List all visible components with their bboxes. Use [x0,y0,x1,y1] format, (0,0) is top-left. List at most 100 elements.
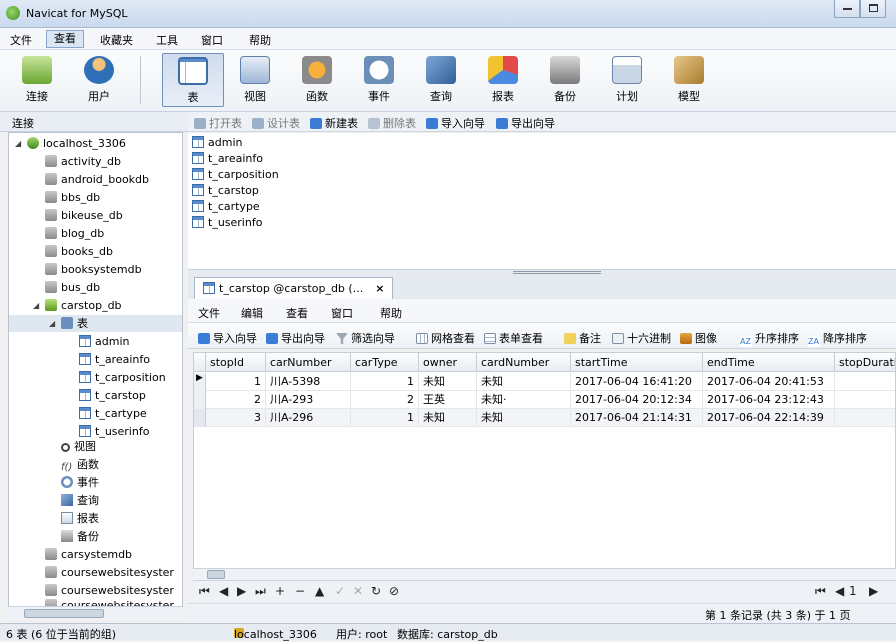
tree-database[interactable]: coursewebsitesyster [45,564,174,581]
grid-cell[interactable]: 1 [351,373,419,391]
column-header[interactable]: carType [351,353,419,372]
toolbar-user-button[interactable]: 用户 [68,53,130,107]
submenu-help[interactable]: 帮助 [380,305,402,321]
open-table-button[interactable]: 打开表 [194,115,242,131]
toolbar-model-button[interactable]: 模型 [658,53,720,107]
grid-cell[interactable]: 王英 [419,391,477,409]
splitter-grip[interactable] [513,271,601,274]
object-list-item[interactable]: t_areainfo [192,151,263,167]
collapse-arrow-icon[interactable]: ◢ [49,315,55,332]
refresh-icon[interactable]: ↻ [371,584,381,598]
grid-cell[interactable]: 未知· [477,391,571,409]
sort-descending-button[interactable]: ZA 降序排序 [808,330,867,347]
grid-cell[interactable] [835,409,895,427]
tree-database[interactable]: bbs_db [45,189,100,206]
grid-cell[interactable]: 未知 [477,373,571,391]
grid-view-button[interactable]: 网格查看 [416,330,475,346]
memo-button[interactable]: 备注 [564,330,601,346]
tree-table[interactable]: t_carstop [79,387,146,404]
export-wizard-button[interactable]: 导出向导 [496,115,555,131]
tree-table-group[interactable]: ◢ 表 [9,315,182,332]
add-record-icon[interactable]: + [275,584,285,598]
toolbar-report-button[interactable]: 报表 [472,53,534,107]
object-list-item[interactable]: admin [192,135,242,151]
menu-window[interactable]: 窗口 [201,32,223,48]
row-selector[interactable]: ▶ [194,373,206,391]
submenu-view[interactable]: 查看 [286,305,308,321]
grid-cell[interactable]: 未知 [419,373,477,391]
design-table-button[interactable]: 设计表 [252,115,300,131]
grid-cell[interactable]: 未知 [477,409,571,427]
grid-cell[interactable]: 1 [351,409,419,427]
delete-table-button[interactable]: 删除表 [368,115,416,131]
tree-report-group[interactable]: 报表 [61,510,99,527]
tree-table[interactable]: t_carposition [79,369,166,386]
menu-tools[interactable]: 工具 [156,32,178,48]
stop-icon[interactable]: ⊘ [389,584,399,598]
menu-view[interactable]: 查看 [46,30,84,48]
toolbar-schedule-button[interactable]: 计划 [596,53,658,107]
filter-wizard-button[interactable]: 筛选向导 [336,330,395,346]
grid-cell[interactable]: 3 [206,409,266,427]
column-header[interactable]: startTime [571,353,703,372]
tree-database[interactable]: android_bookdb [45,171,149,188]
row-selector[interactable] [194,391,206,409]
toolbar-event-button[interactable]: 事件 [348,53,410,107]
tree-horizontal-scrollbar[interactable] [8,606,183,620]
grid-cell[interactable]: 2 [351,391,419,409]
menu-file[interactable]: 文件 [10,32,32,48]
form-view-button[interactable]: 表单查看 [484,330,543,346]
tree-database[interactable]: activity_db [45,153,121,170]
toolbar-query-button[interactable]: 查询 [410,53,472,107]
toolbar-table-button[interactable]: 表 [162,53,224,107]
object-list-item[interactable]: t_carposition [192,167,279,183]
tree-database[interactable]: bikeuse_db [45,207,123,224]
tab-close-icon[interactable]: × [375,282,384,295]
hex-button[interactable]: 十六进制 [612,330,671,346]
grid-cell[interactable]: 川A-296 [266,409,351,427]
tree-view-group[interactable]: 视图 [61,438,96,455]
minimize-button[interactable] [834,0,860,18]
discard-changes-icon[interactable]: ✕ [353,584,363,598]
submenu-edit[interactable]: 编辑 [241,305,263,321]
toolbar-view-button[interactable]: 视图 [224,53,286,107]
tree-database[interactable]: bus_db [45,279,100,296]
grid-import-wizard-button[interactable]: 导入向导 [198,330,257,346]
column-header[interactable]: stopId [206,353,266,372]
menu-help[interactable]: 帮助 [249,32,271,48]
tree-table[interactable]: t_areainfo [79,351,150,368]
last-record-icon[interactable]: ⏭ [255,584,266,599]
collapse-arrow-icon[interactable]: ◢ [33,301,39,310]
tree-database-open[interactable]: carstop_db [45,297,122,314]
page-previous-icon[interactable]: ◀ [835,584,844,598]
tree-connection[interactable]: localhost_3306 [27,135,126,152]
grid-cell[interactable]: 2017-06-04 20:41:53 [703,373,835,391]
grid-cell[interactable] [835,373,895,391]
column-header[interactable]: carNumber [266,353,351,372]
toolbar-connect-button[interactable]: 连接 [6,53,68,107]
page-number[interactable]: 1 [849,584,857,598]
next-record-icon[interactable]: ▶ [237,584,246,598]
grid-cell[interactable]: 1 [206,373,266,391]
tree-event-group[interactable]: 事件 [61,474,99,491]
object-list-item[interactable]: t_carstop [192,183,259,199]
tree-query-group[interactable]: 查询 [61,492,99,509]
tree-database[interactable]: blog_db [45,225,104,242]
scrollbar-thumb[interactable] [207,570,225,579]
toolbar-backup-button[interactable]: 备份 [534,53,596,107]
image-button[interactable]: 图像 [680,330,717,346]
grid-cell[interactable]: 2017-06-04 20:12:34 [571,391,703,409]
toolbar-function-button[interactable]: 函数 [286,53,348,107]
apply-changes-icon[interactable]: ✓ [335,584,345,598]
previous-record-icon[interactable]: ◀ [219,584,228,598]
grid-export-wizard-button[interactable]: 导出向导 [266,330,325,346]
import-wizard-button[interactable]: 导入向导 [426,115,485,131]
submenu-window[interactable]: 窗口 [331,305,353,321]
column-header[interactable]: cardNumber [477,353,571,372]
grid-cell[interactable]: 未知 [419,409,477,427]
delete-record-icon[interactable]: − [295,584,305,598]
first-record-icon[interactable]: ⏮ [199,584,210,599]
tree-function-group[interactable]: f() 函数 [61,456,99,473]
object-list-item[interactable]: t_cartype [192,199,260,215]
scrollbar-thumb[interactable] [24,609,104,618]
